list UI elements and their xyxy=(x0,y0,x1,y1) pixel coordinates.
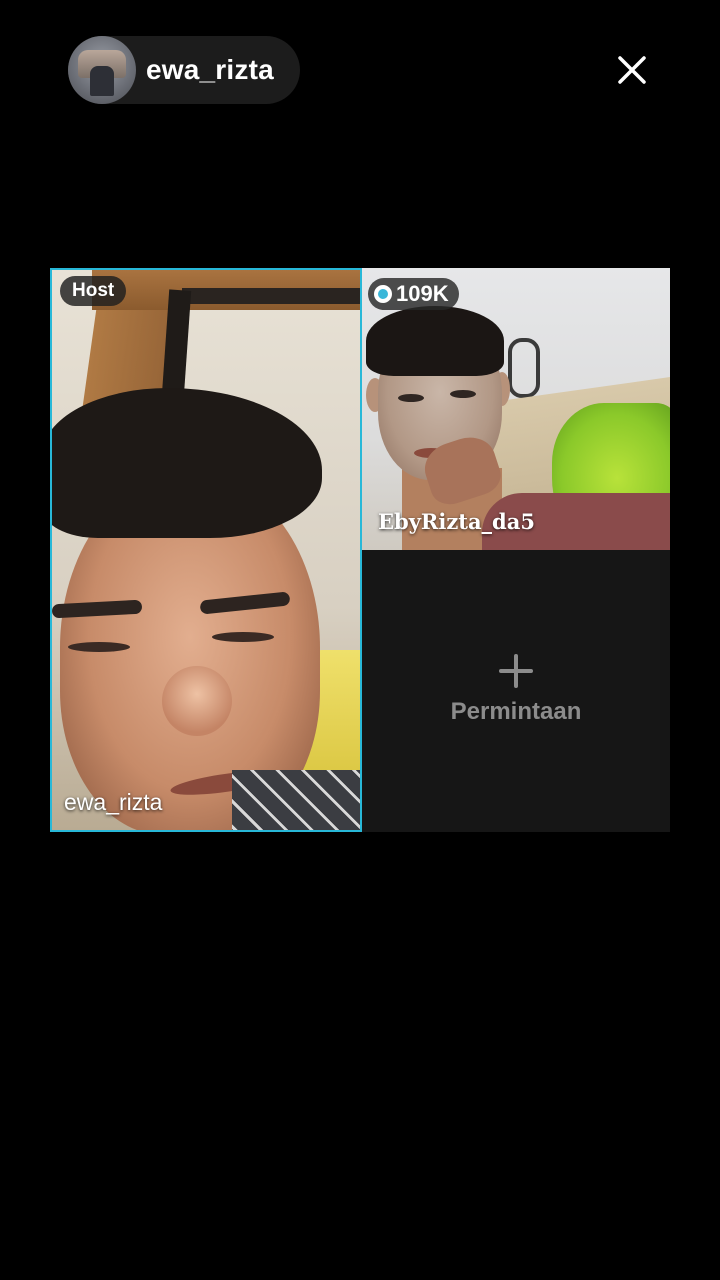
request-label: Permintaan xyxy=(450,698,582,725)
close-icon xyxy=(618,56,646,84)
host-video-tile[interactable]: Host ewa_rizta xyxy=(50,268,362,832)
host-badge: Host xyxy=(60,276,127,306)
live-screen: ewa_rizta Host ewa_rizta 109K EbyRizta_d… xyxy=(0,0,720,1280)
host-username: ewa_rizta xyxy=(146,54,274,85)
host-profile-pill[interactable]: ewa_rizta xyxy=(68,36,300,104)
request-slot-button[interactable]: Permintaan xyxy=(362,550,670,832)
close-button[interactable] xyxy=(610,48,654,92)
avatar[interactable] xyxy=(68,36,136,104)
guest-name-label: EbyRizta_da5 xyxy=(378,509,535,534)
viewer-count-badge: 109K xyxy=(368,278,459,310)
guest-video-tile[interactable]: 109K EbyRizta_da5 xyxy=(362,268,670,550)
viewer-count: 109K xyxy=(396,281,449,306)
live-dot-icon xyxy=(374,285,392,303)
plus-icon xyxy=(499,654,533,688)
host-name-label: ewa_rizta xyxy=(64,789,163,815)
multi-guest-grid: Host ewa_rizta 109K EbyRizta_da5 Permint… xyxy=(50,268,670,832)
